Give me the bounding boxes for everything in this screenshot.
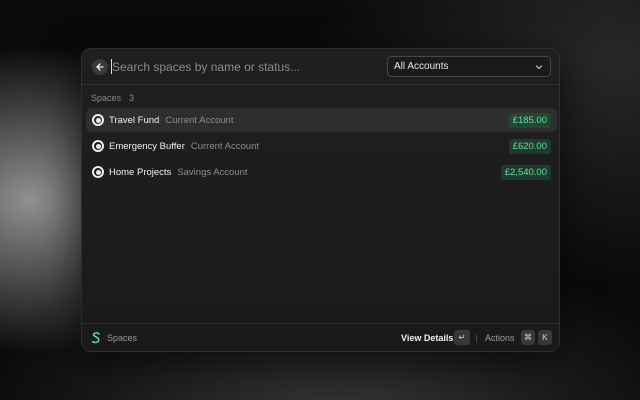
radio-selected-icon[interactable] (92, 166, 104, 178)
footer-divider (476, 335, 477, 343)
footer-app-label: Spaces (107, 333, 138, 343)
space-amount-badge: £185.00 (508, 113, 551, 128)
back-button[interactable] (92, 59, 108, 75)
spaces-window: All Accounts Spaces 3 Travel Fund Current… (81, 48, 560, 352)
search-input[interactable] (112, 57, 382, 77)
chevron-down-icon (535, 65, 543, 70)
space-name: Home Projects (109, 167, 172, 178)
k-key-hint: K (538, 330, 552, 345)
space-amount-badge: £2,540.00 (500, 165, 551, 180)
space-type: Current Account (190, 141, 259, 152)
view-details-button[interactable]: View Details (401, 333, 453, 343)
footer-bar: Spaces View Details ↵ Actions ⌘ K (82, 323, 559, 351)
account-filter-select[interactable]: All Accounts (387, 56, 551, 77)
space-type: Savings Account (177, 167, 248, 178)
search-bar: All Accounts (82, 49, 559, 85)
space-amount-badge: £620.00 (508, 139, 551, 154)
section-title: Spaces (91, 93, 122, 103)
section-header: Spaces 3 (91, 93, 134, 105)
actions-button[interactable]: Actions (485, 333, 515, 343)
space-type: Current Account (165, 115, 234, 126)
space-name: Emergency Buffer (109, 141, 185, 152)
space-row-home-projects[interactable]: Home Projects Savings Account £2,540.00 (86, 160, 557, 184)
space-name: Travel Fund (109, 115, 160, 126)
space-row-travel-fund[interactable]: Travel Fund Current Account £185.00 (86, 108, 557, 132)
radio-selected-icon[interactable] (92, 140, 104, 152)
spaces-logo-icon (92, 332, 100, 344)
radio-selected-icon[interactable] (92, 114, 104, 126)
arrow-left-icon (96, 63, 104, 71)
cmd-key-hint: ⌘ (521, 330, 535, 345)
space-row-emergency-buffer[interactable]: Emergency Buffer Current Account £620.00 (86, 134, 557, 158)
account-filter-value: All Accounts (394, 61, 449, 72)
section-count: 3 (129, 93, 135, 103)
spaces-list: Travel Fund Current Account £185.00 Emerg… (86, 108, 557, 186)
enter-key-hint: ↵ (454, 330, 470, 345)
